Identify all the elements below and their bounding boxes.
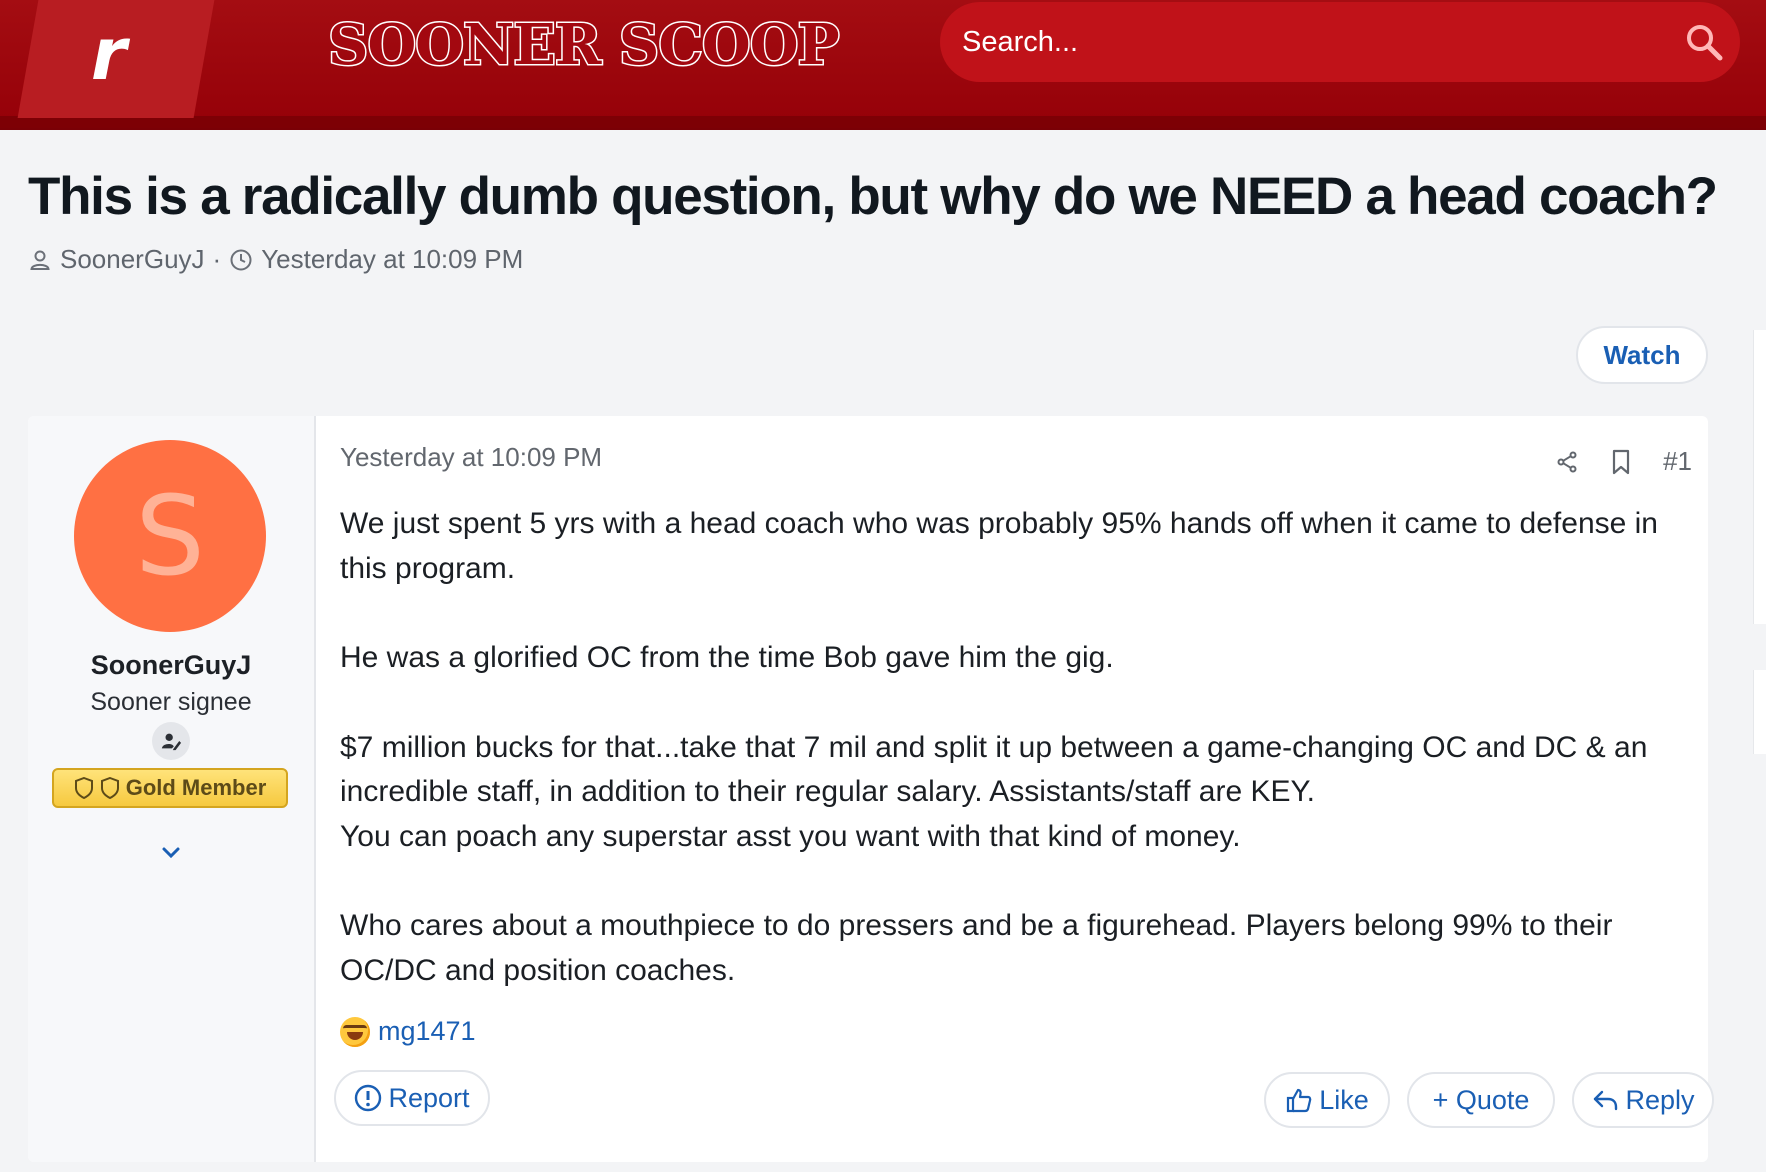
like-button[interactable]: Like [1264, 1072, 1390, 1128]
post-paragraph: Who cares about a mouthpiece to do press… [340, 909, 1613, 987]
thumbs-up-icon [1287, 1088, 1312, 1113]
alert-icon [355, 1084, 382, 1112]
laugh-emoji-icon[interactable] [340, 1016, 370, 1047]
post-paragraph: You can poach any superstar asst you wan… [340, 819, 1241, 853]
badge-label: Gold Member [125, 775, 267, 800]
reactions-bar: mg1471 [340, 1016, 476, 1047]
post-card: S SoonerGuyJ Sooner signee Gold Member Y… [28, 416, 1714, 1162]
site-name[interactable]: SOONER SCOOP [327, 11, 842, 80]
shield-icon [100, 777, 119, 799]
share-icon[interactable] [1555, 449, 1579, 475]
user-icon [30, 250, 50, 270]
search-icon[interactable] [1684, 22, 1724, 62]
gold-member-badge: Gold Member [52, 768, 288, 808]
site-header: r SOONER SCOOP Search... [0, 0, 1766, 130]
thread-time[interactable]: Yesterday at 10:09 PM [261, 244, 523, 275]
shield-icon [74, 777, 93, 799]
like-label: Like [1319, 1084, 1369, 1115]
thread-title: This is a radically dumb question, but w… [28, 167, 1718, 226]
clock-icon [230, 249, 252, 270]
search-placeholder: Search... [962, 26, 1079, 58]
post-date[interactable]: Yesterday at 10:09 PM [340, 442, 602, 473]
thread-meta: SoonerGuyJ · Yesterday at 10:09 PM [28, 244, 523, 275]
side-panel-edge [1753, 670, 1766, 754]
post-paragraph: He was a glorified OC from the time Bob … [340, 641, 1114, 674]
side-panel-edge [1753, 330, 1766, 624]
user-edit-icon [152, 722, 190, 760]
report-button[interactable]: Report [334, 1070, 490, 1126]
reply-button[interactable]: Reply [1572, 1072, 1714, 1128]
report-label: Report [388, 1082, 470, 1113]
reply-label: Reply [1625, 1084, 1695, 1115]
meta-separator: · [212, 244, 222, 274]
rivals-logo[interactable]: r [17, 0, 215, 118]
post-body: We just spent 5 yrs with a head coach wh… [340, 502, 1692, 1038]
post-paragraph: We just spent 5 yrs with a head coach wh… [340, 507, 1658, 585]
post-paragraph: $7 million bucks for that...take that 7 … [340, 730, 1648, 809]
post-user-column: S SoonerGuyJ Sooner signee Gold Member [28, 416, 316, 1162]
post-username[interactable]: SoonerGuyJ [28, 650, 314, 681]
quote-label: + Quote [1432, 1084, 1530, 1115]
logo-letter: r [90, 12, 127, 96]
header-shade [0, 116, 1766, 128]
user-title: Sooner signee [90, 688, 252, 716]
post-content: Yesterday at 10:09 PM #1 We just spent 5… [334, 416, 1714, 1162]
reaction-user[interactable]: mg1471 [378, 1016, 476, 1047]
thread-author[interactable]: SoonerGuyJ [60, 244, 205, 275]
avatar[interactable]: S [74, 440, 266, 632]
search-input[interactable]: Search... [940, 2, 1740, 82]
quote-button[interactable]: + Quote [1407, 1072, 1555, 1128]
bookmark-icon[interactable] [1609, 449, 1633, 475]
reply-arrow-icon [1594, 1090, 1618, 1111]
chevron-down-icon[interactable] [159, 844, 183, 862]
post-number[interactable]: #1 [1663, 446, 1692, 477]
post-actions: #1 [1555, 446, 1692, 477]
watch-button[interactable]: Watch [1576, 326, 1708, 384]
